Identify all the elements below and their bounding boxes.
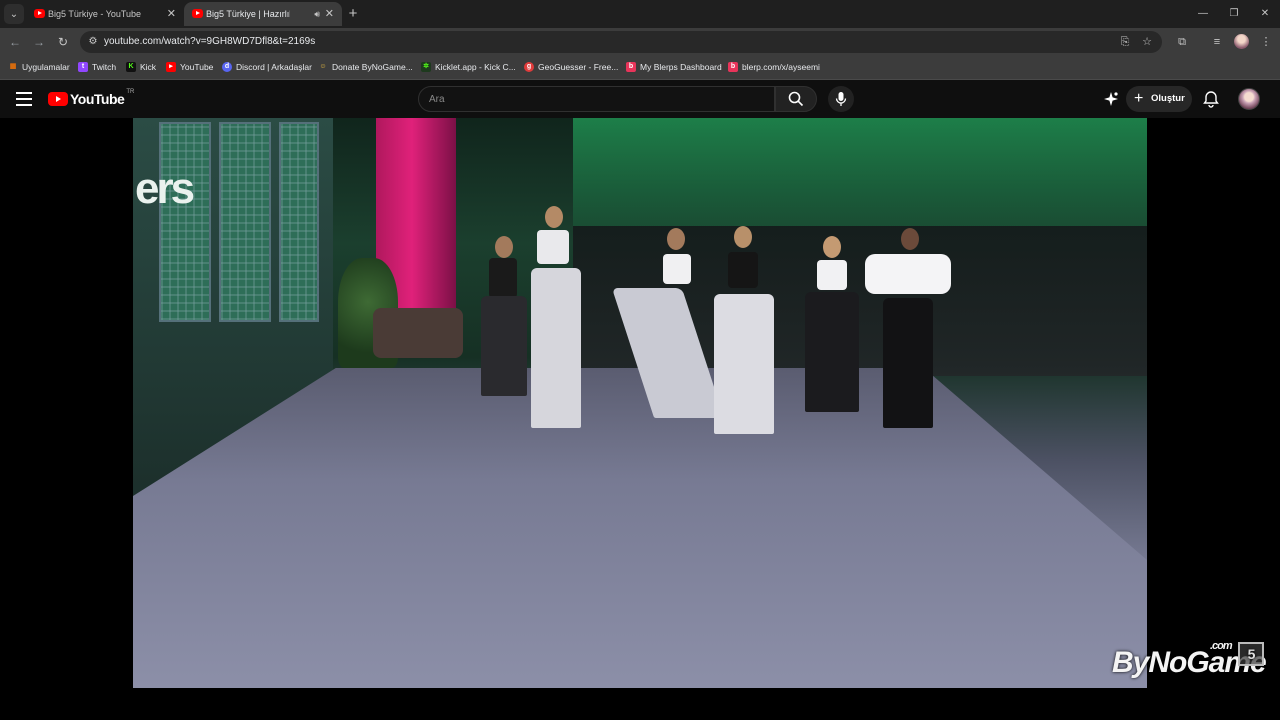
bookmark-kicklet[interactable]: ✲ Kicklet.app - Kick C... xyxy=(421,56,516,78)
apps-grid-icon: ▦ xyxy=(8,62,18,72)
bookmark-donate-bynogame[interactable]: ☺ Donate ByNoGame... xyxy=(318,56,413,78)
close-window-icon[interactable]: ✕ xyxy=(1249,0,1280,28)
youtube-favicon-icon xyxy=(192,9,203,18)
voice-search-button[interactable] xyxy=(828,86,854,112)
close-tab-icon[interactable]: ✕ xyxy=(167,2,176,26)
browser-tab-2[interactable]: Big5 Türkiye | Hazırlık Sezon 🔊︎ ✕ xyxy=(184,2,342,26)
browser-toolbar: ← → ↻ ⚙ youtube.com/watch?v=9GH8WD7Dfl8&… xyxy=(0,28,1280,56)
minimize-icon[interactable]: — xyxy=(1187,0,1219,28)
bynogame-icon: ☺ xyxy=(318,62,328,72)
account-avatar[interactable] xyxy=(1238,88,1260,110)
kick-icon: K xyxy=(126,62,136,72)
bookmark-geoguesser[interactable]: g GeoGuesser - Free... xyxy=(524,56,618,78)
blerp-icon: b xyxy=(728,62,738,72)
video-player[interactable]: ers xyxy=(133,118,1147,688)
speaker-icon[interactable]: 🔊︎ xyxy=(314,2,320,26)
watermark-suffix: .com xyxy=(1210,640,1233,652)
search-icon xyxy=(788,91,804,107)
blerp-icon: b xyxy=(626,62,636,72)
notifications-bell-icon[interactable] xyxy=(1202,90,1220,108)
wall-window xyxy=(159,122,211,322)
bookmark-blerps-dashboard[interactable]: b My Blerps Dashboard xyxy=(626,56,722,78)
create-button[interactable]: + Oluştur xyxy=(1126,86,1192,112)
address-url[interactable]: youtube.com/watch?v=9GH8WD7Dfl8&t=2169s xyxy=(104,31,315,53)
install-app-icon[interactable]: ⎘ xyxy=(1118,35,1132,49)
youtube-header: YouTube TR +Oluştur xyxy=(0,80,1280,118)
geoguesser-icon: g xyxy=(524,62,534,72)
youtube-logo-text: YouTube xyxy=(70,91,125,107)
tab-title: Big5 Türkiye | Hazırlık Sezon xyxy=(206,9,290,19)
extensions-icon[interactable]: ⧉ xyxy=(1174,34,1190,50)
close-tab-icon[interactable]: ✕ xyxy=(325,2,334,26)
search-input[interactable] xyxy=(419,87,774,111)
search-box xyxy=(418,86,775,112)
watermark-badge: 5 xyxy=(1238,642,1264,666)
youtube-play-icon xyxy=(48,92,68,106)
browser-tab-1[interactable]: Big5 Türkiye - YouTube ✕ xyxy=(26,2,184,26)
media-control-icon[interactable]: ≡ xyxy=(1209,34,1225,50)
bynogame-watermark: ByNoGame .com 5 xyxy=(1112,640,1267,680)
couch xyxy=(373,308,463,358)
back-icon[interactable]: ← xyxy=(5,32,25,52)
profile-icon[interactable] xyxy=(1234,34,1249,49)
youtube-icon: ▸ xyxy=(166,62,176,72)
restore-icon[interactable]: ❐ xyxy=(1218,0,1250,28)
wall-sign-text: ers xyxy=(135,164,195,213)
chevron-down-icon: ⌄ xyxy=(9,8,19,20)
dance-floor xyxy=(133,368,1147,688)
wall-window xyxy=(219,122,271,322)
bookmark-kick[interactable]: K Kick xyxy=(126,56,156,78)
forward-icon[interactable]: → xyxy=(29,32,49,52)
search-button[interactable] xyxy=(775,86,817,112)
tab-search-button[interactable]: ⌄ xyxy=(4,4,24,24)
bookmarks-bar: ▦ Uygulamalar t Twitch K Kick ▸ YouTube d Dis… xyxy=(0,56,1280,80)
tab-strip: ⌄ Big5 Türkiye - YouTube ✕ Big5 Türkiye … xyxy=(0,0,1280,28)
bookmark-blerp-ayseemi[interactable]: b blerp.com/x/ayseemi xyxy=(728,56,820,78)
bookmark-star-icon[interactable]: ☆ xyxy=(1140,35,1154,49)
site-info-icon[interactable]: ⚙ xyxy=(86,35,100,49)
reload-icon[interactable]: ↻ xyxy=(53,32,73,52)
address-bar[interactable]: ⚙ youtube.com/watch?v=9GH8WD7Dfl8&t=2169… xyxy=(80,31,1162,53)
bookmark-apps[interactable]: ▦ Uygulamalar xyxy=(8,56,70,78)
kicklet-icon: ✲ xyxy=(421,62,431,72)
youtube-logo[interactable]: YouTube TR xyxy=(48,89,135,107)
video-player-area: ers xyxy=(0,118,1280,720)
youtube-favicon-icon xyxy=(34,9,45,18)
bookmark-discord[interactable]: d Discord | Arkadaşlar xyxy=(222,56,312,78)
hamburger-menu-icon[interactable] xyxy=(16,92,32,106)
twitch-icon: t xyxy=(78,62,88,72)
wall-window xyxy=(279,122,319,322)
sparkle-create-icon[interactable] xyxy=(1102,90,1120,108)
plus-icon: + xyxy=(1134,90,1144,107)
discord-icon: d xyxy=(222,62,232,72)
menu-kebab-icon[interactable]: ⋮ xyxy=(1258,34,1274,50)
bookmark-twitch[interactable]: t Twitch xyxy=(78,56,116,78)
country-code: TR xyxy=(126,89,135,95)
new-tab-button[interactable]: + xyxy=(346,3,360,25)
tab-title: Big5 Türkiye - YouTube xyxy=(48,9,142,19)
bookmark-youtube[interactable]: ▸ YouTube xyxy=(166,56,213,78)
microphone-icon xyxy=(835,92,847,106)
